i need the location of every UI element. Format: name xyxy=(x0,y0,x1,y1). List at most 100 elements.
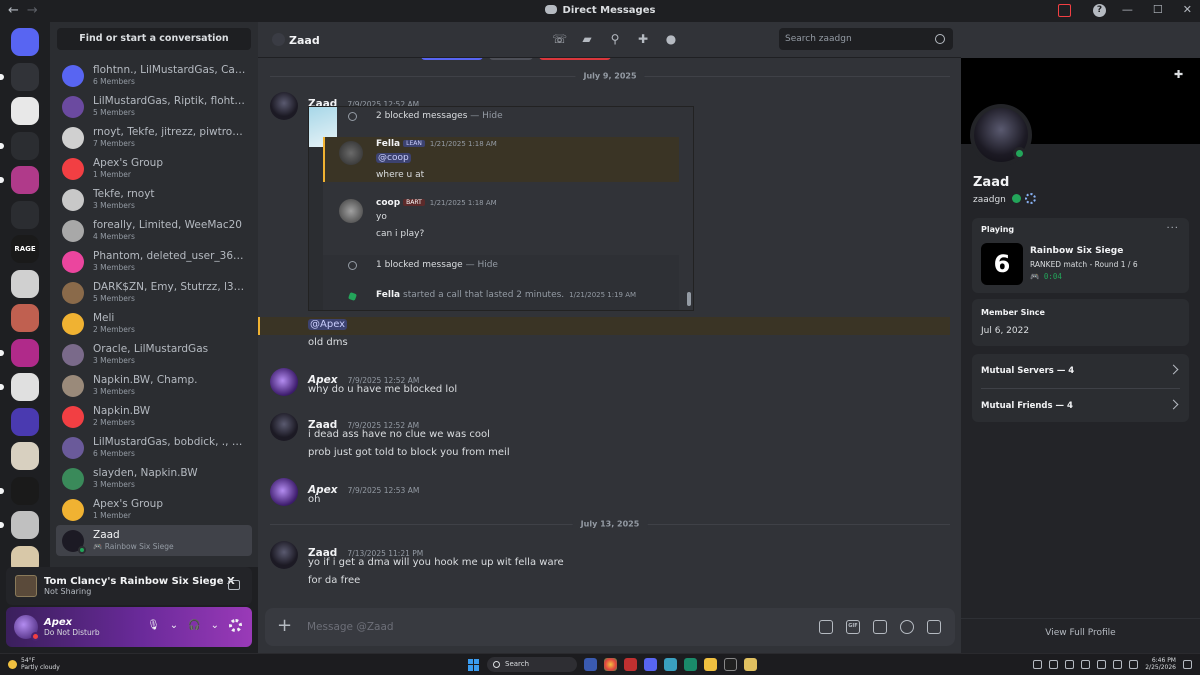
mutual-friends-row[interactable]: Mutual Friends — 4 xyxy=(972,389,1189,423)
server-icon[interactable] xyxy=(11,304,39,332)
search-input[interactable]: Search zaadgn xyxy=(779,28,953,50)
nitro-badge-icon[interactable] xyxy=(1011,194,1021,203)
apex-avatar[interactable] xyxy=(270,478,298,506)
app-icon[interactable] xyxy=(744,658,757,671)
microphone-icon[interactable] xyxy=(1081,659,1091,669)
microphone-icon[interactable]: 🎙 xyxy=(147,620,160,631)
server-icon[interactable] xyxy=(11,407,39,436)
windows-start-icon[interactable] xyxy=(468,658,480,671)
screen-share-icon[interactable] xyxy=(228,580,240,590)
server-boost-badge-icon[interactable] xyxy=(1024,193,1036,204)
dm-list-item[interactable]: DARK$ZN, Emy, Stutrzz, l3an... 5 Members xyxy=(56,277,252,308)
notification-icon[interactable] xyxy=(1183,659,1192,669)
dm-list-item[interactable]: Napkin.BW 2 Members xyxy=(56,401,252,432)
chevron-down-icon[interactable]: ⌄ xyxy=(211,620,219,631)
server-icon[interactable] xyxy=(11,373,39,401)
view-full-profile-link[interactable]: View Full Profile xyxy=(961,628,1200,638)
tray-app-icon[interactable] xyxy=(1065,659,1075,669)
chrome-icon[interactable] xyxy=(604,658,617,671)
inbox-icon[interactable] xyxy=(1058,4,1071,17)
dm-list-item[interactable]: Apex's Group 1 Member xyxy=(56,494,252,525)
server-icon[interactable] xyxy=(11,511,39,539)
back-arrow-icon[interactable]: ← xyxy=(8,3,19,18)
server-icon[interactable] xyxy=(11,166,39,194)
taskbar-search[interactable]: Search xyxy=(487,657,577,672)
server-icon[interactable] xyxy=(11,338,39,367)
server-icon[interactable] xyxy=(11,200,39,229)
gift-icon[interactable] xyxy=(819,620,833,634)
server-icon[interactable] xyxy=(11,131,39,160)
profile-avatar[interactable] xyxy=(970,104,1032,166)
hide-link-2[interactable]: — Hide xyxy=(466,260,498,270)
plus-icon[interactable]: + xyxy=(277,617,292,635)
dm-list-item[interactable]: Napkin.BW, Champ. 3 Members xyxy=(56,370,252,401)
mutual-servers-row[interactable]: Mutual Servers — 4 xyxy=(972,354,1189,388)
dm-list-item[interactable]: Tekfe, rnoyt 3 Members xyxy=(56,184,252,215)
close-button[interactable]: ✕ xyxy=(1183,3,1192,16)
volume-icon[interactable] xyxy=(1113,659,1123,669)
server-icon[interactable] xyxy=(11,269,39,298)
apps-icon[interactable] xyxy=(927,620,941,634)
screenshot-attachment[interactable]: 2 blocked messages — Hide Fella LEAN 1/21/… xyxy=(308,106,694,311)
message-input[interactable] xyxy=(307,608,767,646)
dm-list-item[interactable]: rnoyt, Tekfe, jitrezz, piwtrock... 7 Memb… xyxy=(56,122,252,153)
discord-taskbar-icon[interactable] xyxy=(644,658,657,671)
dm-list-item[interactable]: LilMustardGas, bobdick, ., Gu... 6 Member… xyxy=(56,432,252,463)
voice-call-icon[interactable]: ☏ xyxy=(552,32,567,46)
user-avatar[interactable] xyxy=(14,615,40,641)
emoji-icon[interactable] xyxy=(900,620,914,634)
maximize-button[interactable]: ☐ xyxy=(1153,3,1163,16)
apex-avatar[interactable] xyxy=(270,368,298,396)
chevron-up-icon[interactable] xyxy=(1033,659,1043,669)
app-icon[interactable] xyxy=(624,658,637,671)
ignore-button[interactable] xyxy=(489,58,533,60)
server-icon[interactable] xyxy=(11,97,39,125)
widgets-app-icon[interactable] xyxy=(584,658,597,671)
apex-mention[interactable]: @Apex xyxy=(308,319,348,330)
add-friend-icon[interactable]: ✚ xyxy=(1174,68,1188,82)
dm-list-item[interactable]: Apex's Group 1 Member xyxy=(56,153,252,184)
server-icon[interactable] xyxy=(11,442,39,470)
server-icon[interactable] xyxy=(11,476,39,505)
pin-icon[interactable]: ⚲ xyxy=(608,32,622,46)
minimize-button[interactable]: — xyxy=(1122,3,1133,16)
find-conversation-button[interactable]: Find or start a conversation xyxy=(57,28,251,50)
user-profile-icon[interactable]: ● xyxy=(664,32,678,46)
file-explorer-icon[interactable] xyxy=(704,658,717,671)
block-button[interactable] xyxy=(539,58,611,60)
dm-list-item[interactable]: Phantom, deleted_user_369b... 3 Members xyxy=(56,246,252,277)
dm-list-item[interactable]: Meli 2 Members xyxy=(56,308,252,339)
battery-icon[interactable] xyxy=(1129,659,1139,669)
cloud-icon[interactable] xyxy=(1049,659,1059,669)
gear-icon[interactable] xyxy=(229,619,242,632)
dm-list-item[interactable]: flohtnn., LilMustardGas, Cash... 6 Member… xyxy=(56,60,252,91)
discord-home-icon[interactable] xyxy=(11,28,39,56)
store-icon[interactable] xyxy=(684,658,697,671)
dm-list-item[interactable]: foreally, Limited, WeeMac20 4 Members xyxy=(56,215,252,246)
sticker-icon[interactable] xyxy=(873,620,887,634)
zaad-avatar[interactable] xyxy=(270,541,298,569)
wifi-icon[interactable] xyxy=(1097,659,1107,669)
headphones-icon[interactable]: 🎧 xyxy=(188,620,200,631)
accept-button[interactable] xyxy=(421,58,483,60)
zaad-avatar[interactable] xyxy=(270,413,298,441)
gif-icon[interactable]: GIF xyxy=(846,620,860,634)
zaad-avatar[interactable] xyxy=(270,92,298,120)
dm-list-item[interactable]: slayden, Napkin.BW 3 Members xyxy=(56,463,252,494)
browser-icon[interactable] xyxy=(664,658,677,671)
clock[interactable]: 6:46 PM 2/25/2026 xyxy=(1145,657,1176,671)
server-icon[interactable]: RAGE xyxy=(11,235,39,263)
dm-list-item[interactable]: Oracle, LilMustardGas 3 Members xyxy=(56,339,252,370)
dm-list-item[interactable]: LilMustardGas, Riptik, flohtn... 5 Member… xyxy=(56,91,252,122)
forward-arrow-icon[interactable]: → xyxy=(27,3,38,18)
more-options-icon[interactable]: ··· xyxy=(1166,223,1179,234)
add-friends-icon[interactable]: ✚ xyxy=(636,32,650,46)
hide-link[interactable]: — Hide xyxy=(470,111,502,121)
help-icon[interactable]: ? xyxy=(1093,4,1106,17)
chevron-down-icon[interactable]: ⌄ xyxy=(170,620,178,631)
game-launcher-icon[interactable] xyxy=(724,658,737,671)
server-icon[interactable] xyxy=(11,62,39,91)
dm-list-item[interactable]: Zaad 🎮 Rainbow Six Siege xyxy=(56,525,252,556)
weather-widget[interactable]: 54°F Partly cloudy xyxy=(8,657,60,671)
video-call-icon[interactable]: ▰ xyxy=(580,32,594,46)
